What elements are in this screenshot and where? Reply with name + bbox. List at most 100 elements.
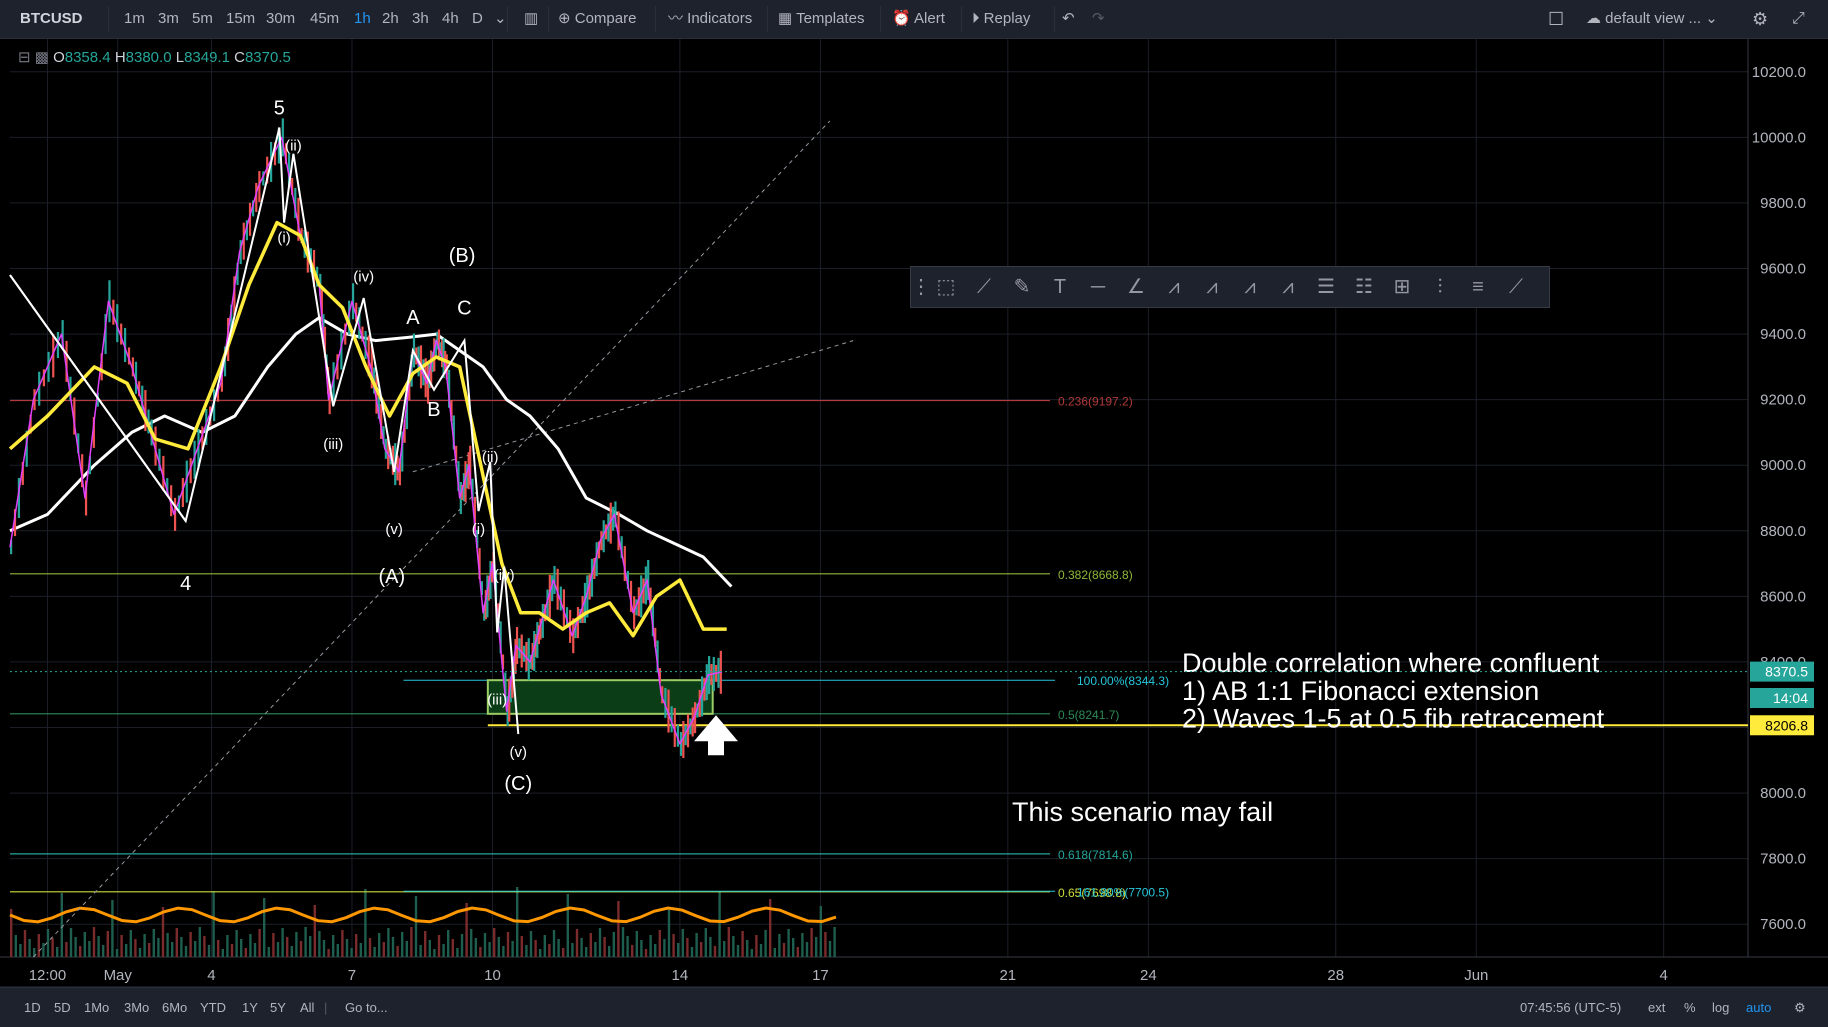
interval-button-15m[interactable]: 15m xyxy=(226,0,255,38)
volume-bar xyxy=(442,944,445,957)
range-button-5Y[interactable]: 5Y xyxy=(270,988,286,1027)
high-label: H xyxy=(114,49,126,66)
volume-bar xyxy=(525,945,528,957)
impulse-wave-tool-icon[interactable]: ⩘ xyxy=(1231,267,1269,307)
symbol-button[interactable]: BTCUSD xyxy=(20,0,83,38)
range-button-3Mo[interactable]: 3Mo xyxy=(124,988,149,1027)
abcde-wave-tool-icon[interactable]: ⩘ xyxy=(1193,267,1231,307)
chart-area[interactable]: 7600.07800.08000.08200.08400.08600.08800… xyxy=(0,39,1828,986)
replay-button[interactable]: ⏵ Replay xyxy=(972,0,1030,38)
range-button-6Mo[interactable]: 6Mo xyxy=(162,988,187,1027)
indicators-button[interactable]: 〰 Indicators xyxy=(668,0,752,38)
fib-grid-tool-icon[interactable]: ⊞ xyxy=(1383,267,1421,307)
volume-bar xyxy=(378,933,381,957)
toolbar-divider xyxy=(108,6,109,32)
gear-icon[interactable]: ⚙ xyxy=(1752,0,1768,38)
fib-levels-tool-icon[interactable]: ≡ xyxy=(1459,267,1497,307)
layout-label: default view ... xyxy=(1605,10,1702,27)
fib-level-label: 0.236(9197.2) xyxy=(1058,395,1133,409)
range-button-YTD[interactable]: YTD xyxy=(200,988,226,1027)
trendline-tool-icon[interactable]: ⟋ xyxy=(965,267,1003,307)
volume-bar xyxy=(258,929,261,957)
fullscreen-icon[interactable]: ⤢ xyxy=(1792,0,1805,38)
price-chart[interactable]: 7600.07800.08000.08200.08400.08600.08800… xyxy=(0,39,1828,986)
angle-tool-icon[interactable]: ∠ xyxy=(1117,267,1155,307)
range-button-1D[interactable]: 1D xyxy=(24,988,41,1027)
volume-bar xyxy=(263,898,266,957)
auto-button[interactable]: auto xyxy=(1746,988,1771,1027)
volume-bar xyxy=(654,944,657,957)
goto-button[interactable]: Go to... xyxy=(345,988,388,1027)
volume-bar xyxy=(626,936,629,957)
rectangle-tool-icon[interactable]: ⬚ xyxy=(927,267,965,307)
volume-bar xyxy=(571,943,574,957)
wave-label: (A) xyxy=(378,566,405,588)
layout-button[interactable]: ☁ default view ... ⌄ xyxy=(1586,0,1718,38)
alert-button[interactable]: ⏰ Alert xyxy=(892,0,945,38)
interval-button-4h[interactable]: 4h xyxy=(442,0,459,38)
horizontal-line-tool-icon[interactable]: ─ xyxy=(1079,267,1117,307)
interval-button-45m[interactable]: 45m xyxy=(310,0,339,38)
volume-bar xyxy=(488,942,491,957)
volume-bar xyxy=(810,928,813,957)
annotation-text: Double correlation where confluent xyxy=(1182,648,1600,678)
percent-button[interactable]: % xyxy=(1684,988,1696,1027)
range-button-1Y[interactable]: 1Y xyxy=(242,988,258,1027)
layout-square-icon[interactable]: ☐ xyxy=(1548,0,1564,38)
fib-retracement-tool-icon[interactable]: ☰ xyxy=(1307,267,1345,307)
volume-bar xyxy=(143,934,146,957)
support-price-tag: 8206.8 xyxy=(1765,717,1808,733)
volume-bar xyxy=(28,939,31,957)
interval-button-3h[interactable]: 3h xyxy=(412,0,429,38)
text-tool-icon[interactable]: T xyxy=(1041,267,1079,307)
volume-bar xyxy=(686,938,689,957)
interval-button-30m[interactable]: 30m xyxy=(266,0,295,38)
volume-bar xyxy=(667,908,671,957)
volume-bar xyxy=(69,928,73,957)
range-button-1Mo[interactable]: 1Mo xyxy=(84,988,109,1027)
volume-bar xyxy=(194,941,197,957)
redo-icon[interactable]: ↷ xyxy=(1092,0,1105,38)
range-button-All[interactable]: All xyxy=(300,988,314,1027)
interval-chevron-down-icon[interactable]: ⌄ xyxy=(494,0,507,38)
templates-button[interactable]: ▦ Templates xyxy=(778,0,864,38)
volume-bar xyxy=(134,939,137,957)
interval-button-2h[interactable]: 2h xyxy=(382,0,399,38)
toolbar-divider xyxy=(767,6,768,32)
toolbar-divider xyxy=(1054,6,1055,32)
interval-button-3m[interactable]: 3m xyxy=(158,0,179,38)
brush-tool-icon[interactable]: ✎ xyxy=(1003,267,1041,307)
interval-button-5m[interactable]: 5m xyxy=(192,0,213,38)
measure-tool-icon[interactable]: ⟋ xyxy=(1497,267,1535,307)
high-value: 8380.0 xyxy=(125,49,172,66)
bottom-toolbar: 1D 5D 1Mo 3Mo 6Mo YTD 1Y 5Y All | Go to... 07:45… xyxy=(0,987,1828,1027)
x-tick-label: 21 xyxy=(999,967,1016,984)
volume-bar xyxy=(203,936,206,957)
volume-bar xyxy=(677,943,680,957)
toolbar-divider xyxy=(507,6,508,32)
undo-icon[interactable]: ↶ xyxy=(1062,0,1075,38)
abc-wave-tool-icon[interactable]: ⩘ xyxy=(1269,267,1307,307)
ext-button[interactable]: ext xyxy=(1648,988,1665,1027)
legend-collapse-icon[interactable]: ⊟ ▩ xyxy=(18,49,53,66)
top-toolbar: BTCUSD 1m 3m 5m 15m 30m 45m 1h 2h 3h 4h D ⌄ ▥ ⊕ Com… xyxy=(0,0,1828,39)
interval-button-1m[interactable]: 1m xyxy=(124,0,145,38)
interval-button-1h[interactable]: 1h xyxy=(354,0,371,38)
volume-bar xyxy=(824,932,827,957)
annotation-text: 2) Waves 1-5 at 0.5 fib retracement xyxy=(1182,704,1605,734)
volume-bar xyxy=(828,941,832,957)
settings-icon[interactable]: ⚙ xyxy=(1794,988,1806,1027)
interval-button-D[interactable]: D xyxy=(472,0,483,38)
compare-button[interactable]: ⊕ Compare xyxy=(558,0,636,38)
volume-bar xyxy=(92,927,96,957)
volume-bar xyxy=(612,932,615,957)
fib-fan-tool-icon[interactable]: ⫶ xyxy=(1421,267,1459,307)
chevron-down-icon: ⌄ xyxy=(1705,10,1718,27)
fib-extension-tool-icon[interactable]: ☷ xyxy=(1345,267,1383,307)
candle-style-icon[interactable]: ▥ xyxy=(524,0,538,38)
range-button-5D[interactable]: 5D xyxy=(54,988,71,1027)
volume-bar xyxy=(198,927,201,957)
log-button[interactable]: log xyxy=(1712,988,1729,1027)
volume-bar xyxy=(180,937,183,957)
wxy-wave-tool-icon[interactable]: ⩘ xyxy=(1155,267,1193,307)
